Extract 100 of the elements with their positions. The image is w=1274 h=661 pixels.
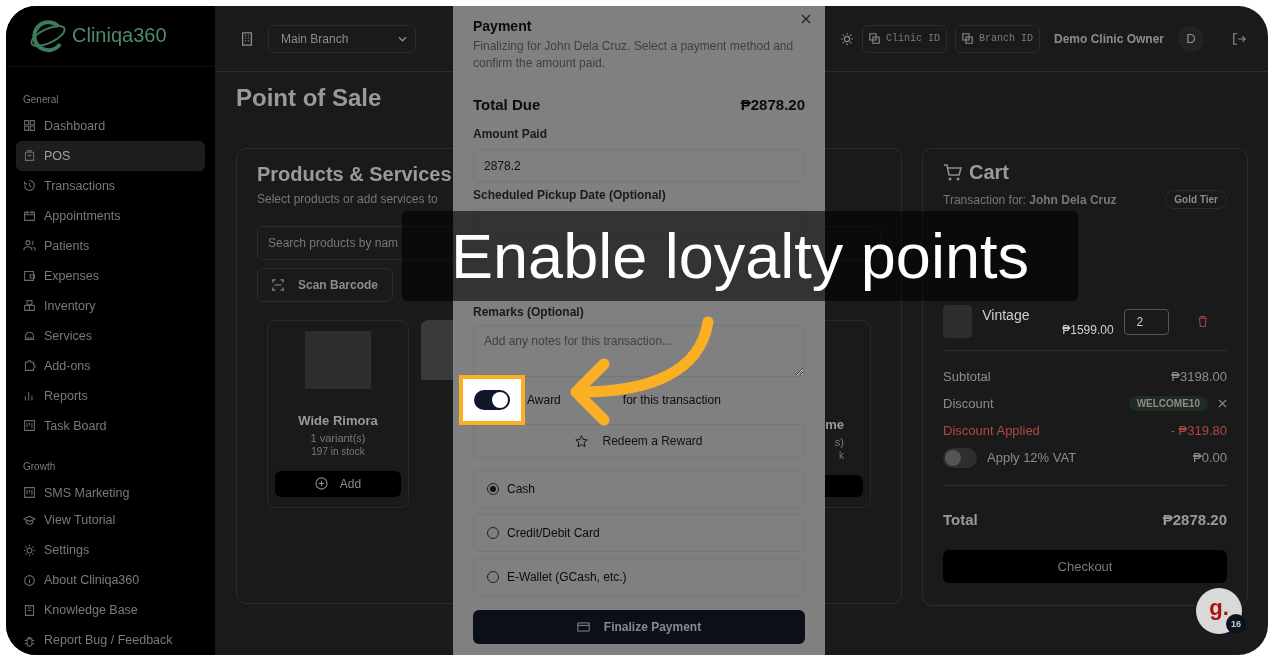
- cart-title: Cart: [969, 161, 1009, 184]
- copy-icon: [868, 33, 880, 44]
- sidebar-item[interactable]: About Cliniqa360: [16, 565, 205, 595]
- field-label: Remarks (Optional): [473, 305, 585, 319]
- section-heading: General: [22, 93, 60, 107]
- wallet-icon: [23, 269, 36, 283]
- user-name: Demo Clinic Owner: [1053, 31, 1164, 46]
- book-icon: [23, 603, 36, 617]
- star-icon: [575, 434, 589, 448]
- trash-icon[interactable]: [1197, 315, 1209, 328]
- payment-option[interactable]: Credit/Debit Card: [473, 514, 805, 552]
- field-label: Amount Paid: [473, 127, 548, 141]
- sidebar-item[interactable]: Transactions: [16, 170, 205, 201]
- sidebar-item[interactable]: Expenses: [16, 260, 205, 291]
- bell-icon: [23, 329, 36, 343]
- building-icon: [240, 31, 254, 46]
- branch-id-button[interactable]: Branch ID: [954, 24, 1040, 53]
- item-price: ₱1599.00: [1061, 322, 1114, 337]
- chat-logo: g.: [1209, 595, 1229, 621]
- grid-icon: [23, 119, 36, 133]
- item-name: Vintage: [982, 306, 1031, 323]
- clock-icon: [23, 179, 36, 193]
- summary-value: ₱3198.00: [1171, 369, 1227, 384]
- bar-chart-icon: [23, 389, 36, 403]
- transaction-customer: Transaction for: John Dela Cruz: [943, 192, 1117, 207]
- plus-circle-icon: [314, 477, 328, 491]
- dialog-description: Finalizing for John Dela Cruz. Select a payment method and confirm the amount paid.: [473, 38, 795, 72]
- discount-applied-value: - ₱319.80: [1170, 423, 1227, 438]
- toggle-label: for this transaction: [622, 393, 721, 407]
- payment-option[interactable]: Cash: [473, 470, 805, 508]
- puzzle-icon: [23, 359, 36, 373]
- total-value: ₱2878.20: [1162, 510, 1227, 528]
- info-icon: [23, 573, 36, 587]
- sidebar-item[interactable]: Reports: [16, 380, 205, 411]
- loyalty-toggle[interactable]: [474, 390, 510, 410]
- discount-applied-label: Discount Applied: [943, 423, 1040, 438]
- summary-label: Subtotal: [943, 369, 991, 384]
- page-title: Point of Sale: [236, 84, 382, 113]
- sidebar-item[interactable]: SMS Marketing: [16, 477, 205, 501]
- dialog-title: Payment: [473, 18, 533, 34]
- sidebar-item[interactable]: Appointments: [16, 200, 205, 231]
- branch-select[interactable]: Main Branch: [268, 24, 416, 53]
- redeem-reward-button[interactable]: Redeem a Reward: [473, 424, 805, 458]
- sidebar-item[interactable]: Inventory: [16, 290, 205, 321]
- sidebar-item[interactable]: Add-ons: [16, 350, 205, 381]
- section-heading: Growth: [22, 460, 57, 474]
- bag-icon: [23, 149, 36, 163]
- calendar-icon: [23, 209, 36, 223]
- sidebar-item[interactable]: Dashboard: [16, 110, 205, 141]
- gear-icon: [23, 543, 36, 557]
- tutorial-tooltip: Enable loyalty points: [402, 211, 1078, 301]
- product-name: Wide Rimora: [298, 412, 378, 428]
- vat-value: ₱0.00: [1193, 450, 1227, 465]
- amount-field[interactable]: 2878.2: [473, 149, 805, 182]
- board-icon: [23, 419, 36, 433]
- notification-badge: 16: [1226, 614, 1246, 634]
- copy-icon: [961, 33, 973, 44]
- remarks-field[interactable]: Add any notes for this transaction...: [473, 325, 805, 377]
- logout-icon[interactable]: [1232, 31, 1246, 46]
- scan-icon: [272, 279, 284, 291]
- logo-text: Cliniqa360: [72, 24, 167, 48]
- toggle-label: Award: [527, 393, 561, 407]
- product-name: me: [825, 417, 845, 432]
- total-due-value: ₱2878.20: [740, 96, 805, 113]
- credit-card-icon: [576, 622, 590, 632]
- board-icon: [23, 486, 36, 500]
- card-title: Products & Services: [257, 163, 452, 186]
- sidebar-item[interactable]: View Tutorial: [16, 505, 205, 535]
- cart-icon: [943, 162, 963, 183]
- payment-option[interactable]: E-Wallet (GCash, etc.): [473, 558, 805, 596]
- field-label: Scheduled Pickup Date (Optional): [473, 188, 667, 202]
- finalize-payment-button[interactable]: Finalize Payment: [473, 610, 805, 644]
- vat-toggle[interactable]: [943, 447, 977, 468]
- user-avatar[interactable]: D: [1178, 25, 1204, 52]
- product-variants: s): [834, 436, 845, 448]
- clinic-id-button[interactable]: Clinic ID: [861, 24, 947, 53]
- close-icon[interactable]: [801, 14, 811, 24]
- quantity-field[interactable]: 2: [1123, 308, 1170, 335]
- sidebar-item[interactable]: POS: [16, 140, 205, 171]
- product-variants: 1 variant(s): [310, 431, 366, 444]
- sidebar-item[interactable]: Settings: [16, 535, 205, 565]
- product-stock: k: [839, 450, 845, 461]
- sun-icon[interactable]: [839, 31, 854, 46]
- sidebar-item[interactable]: Knowledge Base: [16, 595, 205, 625]
- checkout-button[interactable]: Checkout: [943, 550, 1227, 583]
- total-due-label: Total Due: [473, 96, 541, 113]
- sidebar-item[interactable]: Services: [16, 320, 205, 351]
- boxes-icon: [23, 299, 36, 313]
- total-label: Total: [943, 510, 978, 528]
- sidebar-item[interactable]: Task Board: [16, 410, 205, 441]
- product-stock: 197 in stock: [311, 445, 365, 457]
- sidebar-item[interactable]: Report Bug / Feedback: [16, 625, 205, 655]
- card-subtitle: Select products or add services to: [257, 192, 438, 206]
- summary-label: Discount: [943, 396, 994, 411]
- chevron-down-icon: [398, 35, 407, 42]
- sidebar-item[interactable]: Patients: [16, 230, 205, 261]
- vat-label: Apply 12% VAT: [987, 450, 1077, 465]
- close-icon[interactable]: [1218, 399, 1227, 408]
- add-button[interactable]: Add: [275, 470, 401, 497]
- scan-barcode-button[interactable]: Scan Barcode: [257, 268, 394, 302]
